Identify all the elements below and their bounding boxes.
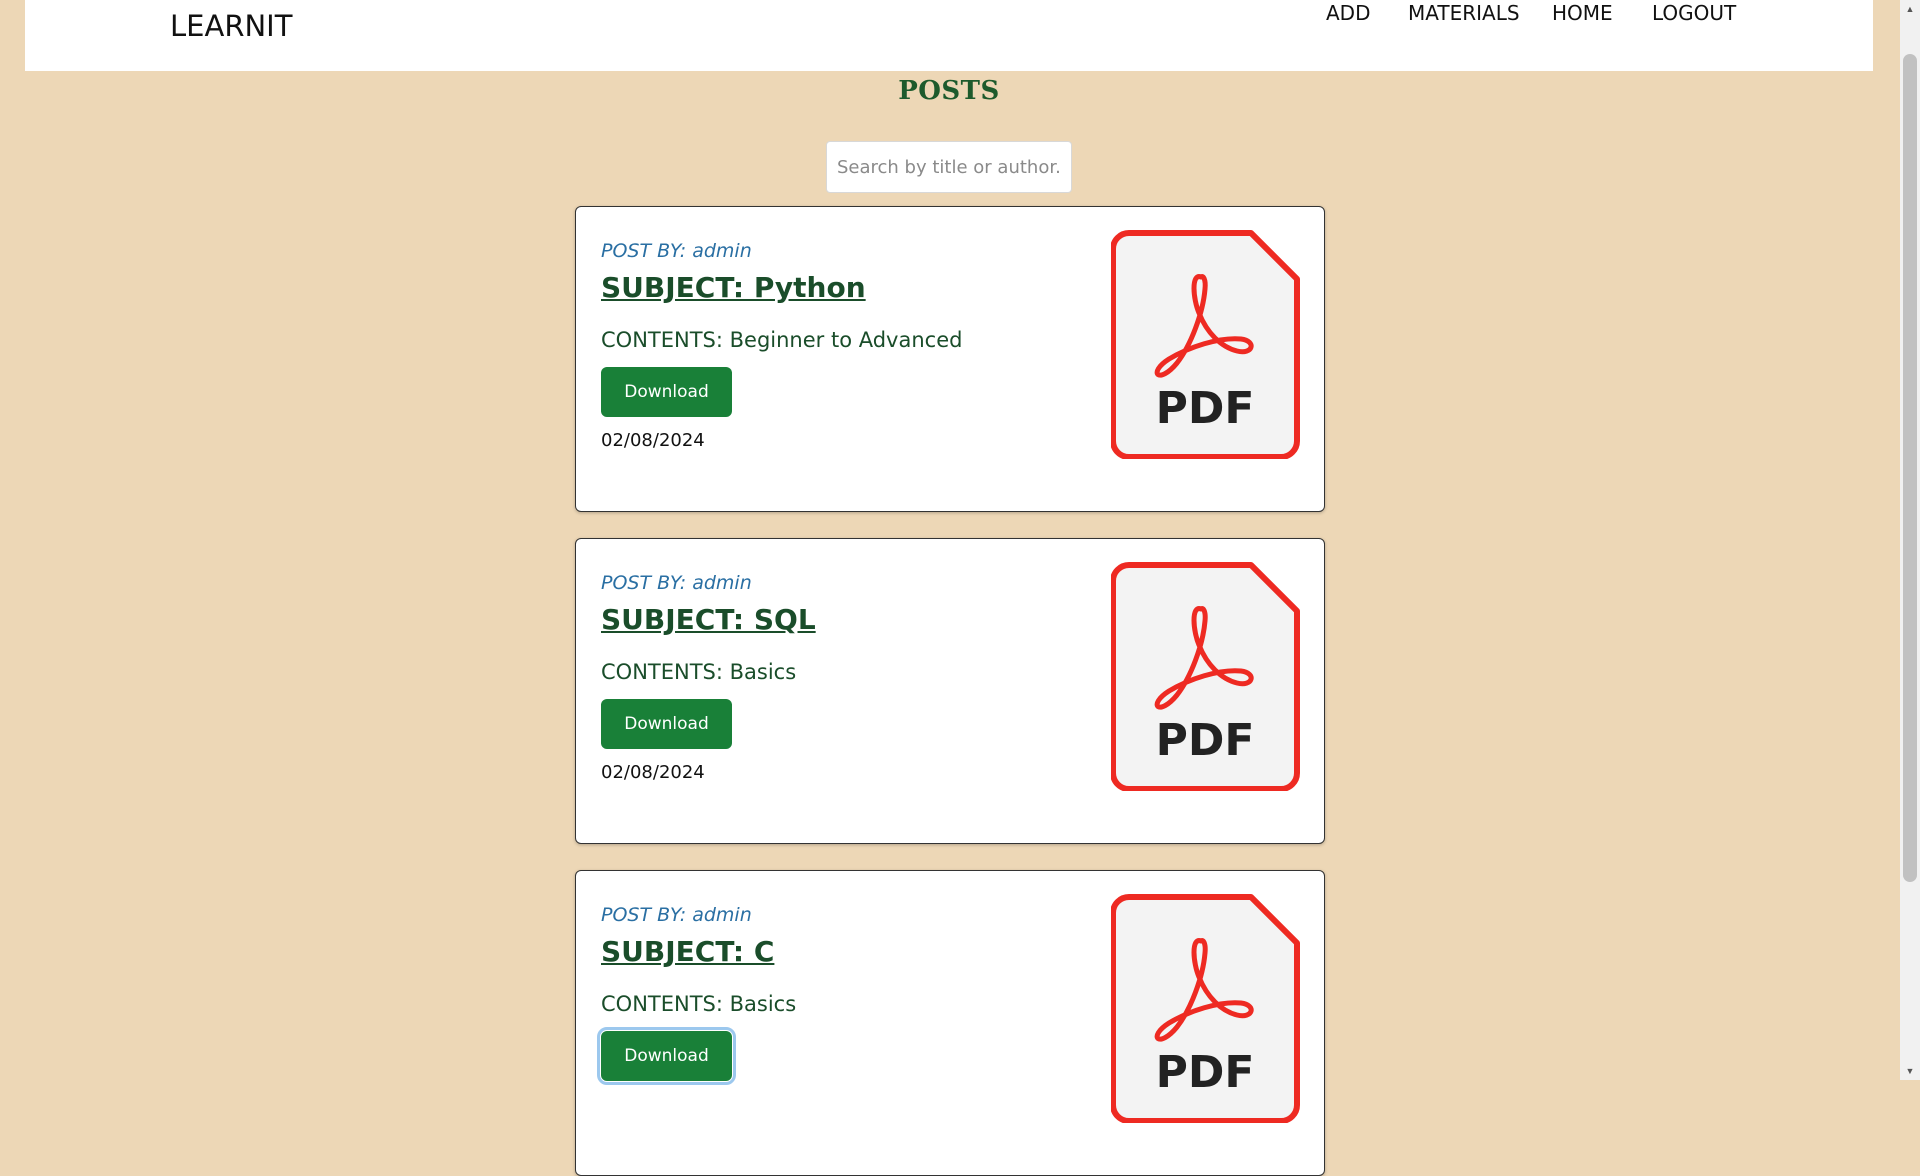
post-author: POST BY: admin [601, 904, 752, 926]
post-date: 02/08/2024 [601, 762, 705, 783]
pdf-file-icon: PDF [1111, 562, 1300, 791]
search-input[interactable] [826, 141, 1072, 193]
post-subject-link[interactable]: SUBJECT: C [601, 935, 774, 968]
post-contents: CONTENTS: Basics [601, 660, 797, 684]
page-title: POSTS [898, 76, 1000, 106]
nav-home[interactable]: HOME [1552, 1, 1613, 25]
nav-add[interactable]: ADD [1326, 1, 1370, 25]
scroll-up-arrow-icon[interactable]: ▲ [1900, 0, 1920, 18]
post-subject-link[interactable]: SUBJECT: Python [601, 271, 866, 304]
nav-links: ADD MATERIALS HOME LOGOUT [25, 0, 1873, 71]
post-author: POST BY: admin [601, 240, 752, 262]
pdf-icon-label: PDF [1156, 715, 1255, 766]
post-author: POST BY: admin [601, 572, 752, 594]
download-button[interactable]: Download [597, 1027, 736, 1085]
post-contents: CONTENTS: Beginner to Advanced [601, 328, 963, 352]
nav-logout[interactable]: LOGOUT [1652, 1, 1736, 25]
download-button[interactable]: Download [601, 699, 732, 749]
pdf-file-icon: PDF [1111, 894, 1300, 1123]
scrollbar-thumb[interactable] [1903, 54, 1917, 882]
scroll-down-arrow-icon[interactable]: ▼ [1900, 1062, 1920, 1080]
post-contents: CONTENTS: Basics [601, 992, 797, 1016]
post-subject-link[interactable]: SUBJECT: SQL [601, 603, 816, 636]
pdf-icon-label: PDF [1156, 383, 1255, 434]
top-navbar: LEARNIT ADD MATERIALS HOME LOGOUT [25, 0, 1873, 71]
nav-materials[interactable]: MATERIALS [1408, 1, 1520, 25]
pdf-file-icon: PDF [1111, 230, 1300, 459]
download-button[interactable]: Download [601, 367, 732, 417]
vertical-scrollbar[interactable]: ▲ ▼ [1900, 0, 1920, 1080]
pdf-icon-label: PDF [1156, 1047, 1255, 1098]
post-card: POST BY: admin SUBJECT: Python CONTENTS:… [575, 206, 1325, 512]
post-card: POST BY: admin SUBJECT: C CONTENTS: Basi… [575, 870, 1325, 1176]
post-card: POST BY: admin SUBJECT: SQL CONTENTS: Ba… [575, 538, 1325, 844]
post-date: 02/08/2024 [601, 430, 705, 451]
